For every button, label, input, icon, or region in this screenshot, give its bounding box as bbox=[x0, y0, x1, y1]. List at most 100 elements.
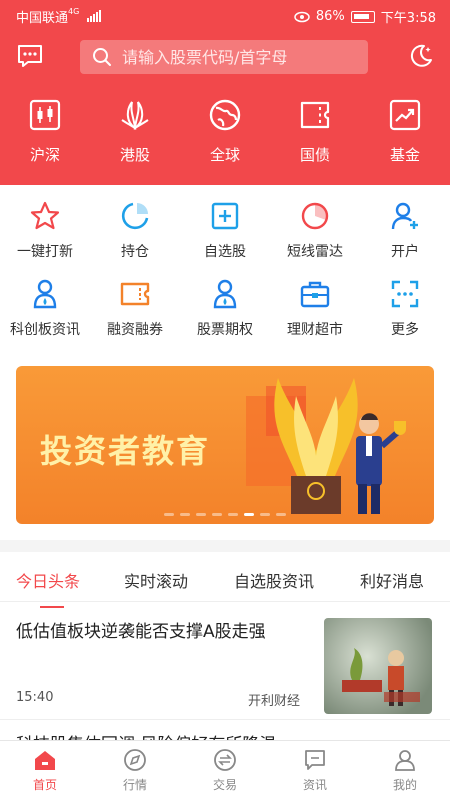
pager-dot bbox=[276, 513, 286, 516]
function-positions[interactable]: 持仓 bbox=[90, 200, 180, 278]
carrier-label: 中国联通4G bbox=[16, 7, 102, 26]
carrier-name: 中国联通 bbox=[16, 11, 69, 26]
function-label: 一键打新 bbox=[17, 244, 73, 260]
function-more[interactable]: 更多 bbox=[360, 278, 450, 356]
nav-label: 行情 bbox=[122, 778, 147, 792]
function-margin[interactable]: 融资融券 bbox=[90, 278, 180, 356]
tab-headlines[interactable]: 今日头条 bbox=[16, 552, 80, 608]
market-item-hushen[interactable]: 沪深 bbox=[0, 98, 90, 165]
market-label: 全球 bbox=[209, 146, 240, 164]
search-input[interactable] bbox=[122, 47, 352, 67]
news-source: 开利财经 bbox=[248, 694, 301, 709]
nav-news[interactable]: 资讯 bbox=[270, 741, 360, 800]
promo-banner[interactable]: 投资者教育 bbox=[16, 366, 434, 524]
add-square-icon bbox=[211, 202, 239, 230]
market-item-bonds[interactable]: 国债 bbox=[270, 98, 360, 165]
nav-label: 资讯 bbox=[302, 778, 327, 792]
user-badge-icon bbox=[33, 279, 57, 309]
function-wealth[interactable]: 理财超市 bbox=[270, 278, 360, 356]
battery-icon bbox=[350, 10, 375, 23]
chat-icon bbox=[305, 750, 325, 770]
pie-icon bbox=[121, 202, 149, 230]
message-icon[interactable] bbox=[16, 43, 44, 69]
network-type: 4G bbox=[68, 7, 80, 16]
exchange-icon bbox=[214, 749, 236, 771]
thumbnail-image bbox=[342, 648, 420, 706]
function-label: 开户 bbox=[391, 244, 419, 260]
function-row: 科创板资讯 融资融券 股票期权 理财超市 更多 bbox=[0, 278, 450, 356]
function-options[interactable]: 股票期权 bbox=[180, 278, 270, 356]
function-row: 一键打新 持仓 自选股 短线雷达 开户 bbox=[0, 200, 450, 278]
tab-watchlist-news[interactable]: 自选股资讯 bbox=[234, 552, 314, 592]
battery-percent: 86% bbox=[315, 9, 345, 24]
star-icon bbox=[30, 201, 60, 230]
pager-dot bbox=[180, 513, 190, 516]
search-box[interactable] bbox=[80, 40, 368, 74]
candlestick-icon bbox=[29, 99, 61, 131]
tab-realtime[interactable]: 实时滚动 bbox=[124, 552, 188, 592]
function-label: 科创板资讯 bbox=[10, 322, 80, 338]
market-item-funds[interactable]: 基金 bbox=[360, 98, 450, 165]
nav-home[interactable]: 首页 bbox=[0, 741, 90, 800]
trend-chart-icon bbox=[389, 99, 421, 131]
clock: 下午3:58 bbox=[380, 11, 436, 26]
bauhinia-icon bbox=[121, 101, 149, 131]
pager-dot-active bbox=[244, 513, 254, 516]
market-shortcuts: 沪深 港股 全球 国债 基金 bbox=[0, 98, 450, 165]
function-ipo[interactable]: 一键打新 bbox=[0, 200, 90, 278]
market-label: 基金 bbox=[389, 146, 420, 164]
nav-label: 交易 bbox=[212, 778, 237, 792]
nav-market[interactable]: 行情 bbox=[90, 741, 180, 800]
pager-dot bbox=[212, 513, 222, 516]
market-item-global[interactable]: 全球 bbox=[180, 98, 270, 165]
tab-good-news[interactable]: 利好消息 bbox=[360, 552, 424, 592]
nav-profile[interactable]: 我的 bbox=[360, 741, 450, 800]
person-icon bbox=[213, 279, 237, 309]
status-bar: 中国联通4G 86% 下午3:58 bbox=[0, 0, 450, 30]
function-radar[interactable]: 短线雷达 bbox=[270, 200, 360, 278]
market-label: 港股 bbox=[119, 146, 150, 164]
function-open-account[interactable]: 开户 bbox=[360, 200, 450, 278]
search-icon bbox=[93, 48, 111, 66]
nav-label: 首页 bbox=[32, 778, 57, 792]
profile-icon bbox=[395, 750, 415, 771]
pager-dot bbox=[196, 513, 206, 516]
more-grid-icon bbox=[391, 280, 419, 308]
coupon-icon bbox=[120, 282, 150, 306]
function-label: 理财超市 bbox=[287, 322, 343, 338]
function-label: 融资融券 bbox=[107, 322, 163, 338]
nav-trade[interactable]: 交易 bbox=[180, 741, 270, 800]
globe-icon bbox=[209, 99, 241, 131]
news-item[interactable]: 低估值板块逆袭能否支撑A股走强 15:40 开利财经 bbox=[0, 610, 450, 720]
home-icon bbox=[35, 751, 55, 770]
pager-dot bbox=[228, 513, 238, 516]
night-mode-icon[interactable] bbox=[408, 43, 434, 69]
add-user-icon bbox=[391, 202, 418, 230]
banner-pager bbox=[16, 513, 434, 516]
function-star-market[interactable]: 科创板资讯 bbox=[0, 278, 90, 356]
news-time: 15:40 bbox=[16, 690, 54, 705]
market-label: 国债 bbox=[299, 146, 330, 164]
nav-label: 我的 bbox=[392, 778, 417, 792]
function-watchlist[interactable]: 自选股 bbox=[180, 200, 270, 278]
bottom-nav: 首页 行情 交易 资讯 我的 bbox=[0, 740, 450, 800]
pager-dot bbox=[260, 513, 270, 516]
function-label: 持仓 bbox=[121, 244, 149, 260]
home-screen: 中国联通4G 86% 下午3:58 沪深 bbox=[0, 0, 450, 800]
signal-icon bbox=[87, 10, 102, 22]
function-label: 更多 bbox=[391, 322, 419, 338]
market-item-hk[interactable]: 港股 bbox=[90, 98, 180, 165]
banner-title: 投资者教育 bbox=[40, 432, 211, 470]
news-thumbnail bbox=[324, 618, 432, 714]
briefcase-icon bbox=[300, 281, 330, 308]
market-label: 沪深 bbox=[29, 146, 60, 164]
ticket-icon bbox=[300, 101, 330, 129]
status-right: 86% 下午3:58 bbox=[294, 7, 436, 26]
section-divider bbox=[0, 540, 450, 552]
pager-dot bbox=[164, 513, 174, 516]
compass-icon bbox=[124, 749, 146, 771]
function-grid: 一键打新 持仓 自选股 短线雷达 开户 科创板资讯 融资融券 股票期权 理财超市… bbox=[0, 200, 450, 356]
search-row bbox=[0, 40, 450, 74]
header: 中国联通4G 86% 下午3:58 沪深 bbox=[0, 0, 450, 185]
news-tabs: 今日头条 实时滚动 自选股资讯 利好消息 bbox=[0, 552, 450, 608]
